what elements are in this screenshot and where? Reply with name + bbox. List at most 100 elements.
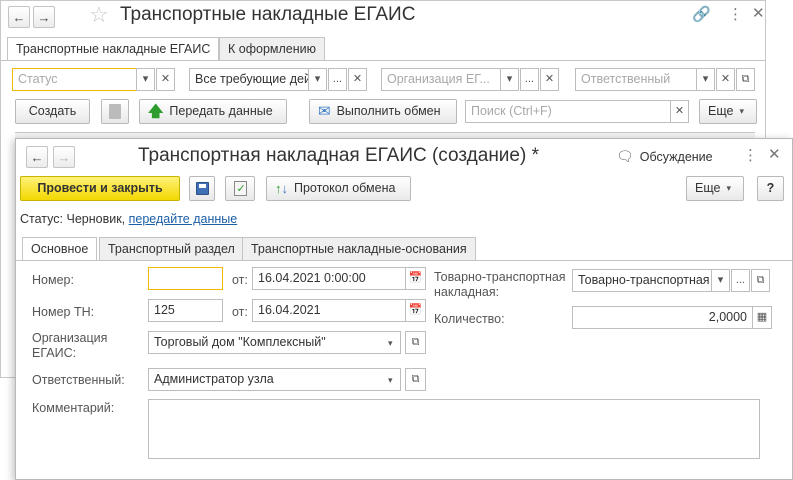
forward-button[interactable]: → (53, 146, 75, 168)
responsible-input[interactable]: Администратор узла (148, 368, 401, 391)
waybill-label: Товарно-транспортная накладная: (434, 270, 566, 299)
help-button[interactable]: ? (757, 176, 784, 201)
run-exchange-button[interactable]: ✉ Выполнить обмен (309, 99, 457, 124)
more-button[interactable]: Еще ▾ (686, 176, 744, 201)
calendar-button[interactable]: 📅 (405, 267, 426, 290)
tn-date-input[interactable]: 16.04.2021 (252, 299, 406, 322)
requirement-filter-input[interactable]: Все требующие дей (189, 68, 309, 91)
post-document-icon: ✓ (233, 181, 247, 196)
close-icon[interactable]: ✕ (768, 147, 781, 162)
document-icon (109, 104, 121, 119)
responsible-open-button[interactable]: ⧉ (736, 68, 755, 91)
clear-icon: ✕ (720, 73, 731, 85)
document-window: ← → Транспортная накладная ЕГАИС (создан… (15, 138, 793, 480)
org-open-button[interactable]: ⧉ (405, 331, 426, 354)
responsible-clear-button[interactable]: ✕ (716, 68, 735, 91)
send-data-link[interactable]: передайте данные (129, 212, 238, 226)
org-label: Организация ЕГАИС: (32, 331, 108, 360)
calendar-icon: 📅 (408, 272, 423, 284)
tn-number-input[interactable]: 125 (148, 299, 223, 322)
requirement-dropdown-button[interactable]: ▾ (308, 68, 327, 91)
organization-clear-button[interactable]: ✕ (540, 68, 559, 91)
comment-textarea[interactable] (148, 399, 760, 459)
back-button[interactable]: ← (8, 6, 30, 28)
tab-main[interactable]: Основное (22, 237, 98, 261)
waybill-input[interactable]: Товарно-транспортная (572, 269, 712, 292)
quantity-label: Количество: (434, 312, 505, 326)
waybill-open-button[interactable]: ⧉ (751, 269, 770, 292)
envelope-icon: ✉ (318, 103, 331, 120)
status-filter-input[interactable]: Статус (12, 68, 137, 91)
favorite-star-icon[interactable]: ☆ (89, 4, 109, 26)
print-button[interactable] (101, 99, 129, 124)
post-and-close-button[interactable]: Провести и закрыть (20, 176, 180, 201)
chevron-down-icon: ▾ (506, 73, 513, 85)
window-title: Транспортные накладные ЕГАИС (120, 4, 416, 25)
calculator-icon: ▦ (756, 311, 768, 323)
organization-filter-input[interactable]: Организация ЕГ... (381, 68, 501, 91)
search-clear-button[interactable]: ✕ (670, 100, 689, 123)
arrow-right-icon: → (37, 9, 51, 25)
requirement-clear-button[interactable]: ✕ (348, 68, 367, 91)
exchange-arrows-icon: ↑↓ (275, 181, 288, 196)
tab-transport-section[interactable]: Транспортный раздел (99, 237, 244, 261)
chat-icon: 🗨 (616, 148, 634, 164)
open-icon: ⧉ (411, 373, 420, 385)
status-line: Статус: Черновик, передайте данные (20, 212, 237, 227)
requirement-select-button[interactable]: ... (328, 68, 347, 91)
tab-base-waybills[interactable]: Транспортные накладные-основания (242, 237, 476, 261)
chevron-down-icon: ▾ (717, 274, 724, 286)
responsible-filter-input[interactable]: Ответственный (575, 68, 697, 91)
more-button[interactable]: Еще ▾ (699, 99, 757, 124)
organization-dropdown-button[interactable]: ▾ (500, 68, 519, 91)
discussion-button[interactable]: 🗨 Обсуждение (616, 148, 713, 165)
exchange-log-button[interactable]: ↑↓ Протокол обмена (266, 176, 411, 201)
close-icon[interactable]: ✕ (752, 6, 765, 21)
chevron-down-icon: ▾ (702, 73, 709, 85)
open-icon: ⧉ (741, 73, 750, 85)
open-icon: ⧉ (756, 274, 765, 286)
number-input[interactable] (148, 267, 223, 290)
number-date-input[interactable]: 16.04.2021 0:00:00 (252, 267, 406, 290)
status-prefix: Статус: (20, 212, 63, 226)
chevron-down-icon: ▾ (142, 73, 149, 85)
back-button[interactable]: ← (26, 146, 48, 168)
search-input[interactable]: Поиск (Ctrl+F) (465, 100, 671, 123)
tab-to-process[interactable]: К оформлению (219, 37, 325, 61)
calendar-button[interactable]: 📅 (405, 299, 426, 322)
status-dropdown-button[interactable]: ▾ (136, 68, 155, 91)
status-value: Черновик, (66, 212, 126, 226)
arrow-left-icon: ← (30, 149, 44, 165)
create-button[interactable]: Создать (15, 99, 90, 124)
tab-egais-waybills[interactable]: Транспортные накладные ЕГАИС (7, 37, 220, 61)
more-actions-icon[interactable]: ⋮ (728, 7, 743, 22)
open-icon: ⧉ (411, 336, 420, 348)
status-clear-button[interactable]: ✕ (156, 68, 175, 91)
quantity-input[interactable]: 2,0000 (572, 306, 753, 329)
arrow-left-icon: ← (12, 9, 26, 25)
link-icon[interactable]: 🔗 (692, 7, 711, 22)
chevron-down-icon: ▾ (314, 73, 321, 85)
waybill-dropdown-button[interactable]: ▾ (711, 269, 730, 292)
clear-icon: ✕ (160, 73, 171, 85)
arrow-up-icon: 🡅 (148, 103, 164, 120)
organization-select-button[interactable]: ... (520, 68, 539, 91)
responsible-dropdown-button[interactable]: ▾ (696, 68, 715, 91)
more-actions-icon[interactable]: ⋮ (743, 148, 758, 163)
forward-button[interactable]: → (33, 6, 55, 28)
calculator-button[interactable]: ▦ (752, 306, 772, 329)
send-data-button[interactable]: 🡅 Передать данные (139, 99, 287, 124)
chevron-down-icon[interactable]: ▾ (388, 338, 393, 349)
org-input[interactable]: Торговый дом "Комплексный" (148, 331, 401, 354)
window-title: Транспортная накладная ЕГАИС (создание) … (138, 145, 539, 166)
waybill-select-button[interactable]: ... (731, 269, 750, 292)
tab-divider (16, 260, 792, 261)
post-button[interactable]: ✓ (225, 176, 255, 201)
responsible-label: Ответственный: (32, 373, 125, 387)
tn-number-label: Номер ТН: (32, 305, 95, 319)
save-button[interactable] (189, 176, 215, 201)
responsible-open-button[interactable]: ⧉ (405, 368, 426, 391)
chevron-down-icon[interactable]: ▾ (388, 375, 393, 386)
number-label: Номер: (32, 273, 74, 287)
clear-icon: ✕ (352, 73, 363, 85)
